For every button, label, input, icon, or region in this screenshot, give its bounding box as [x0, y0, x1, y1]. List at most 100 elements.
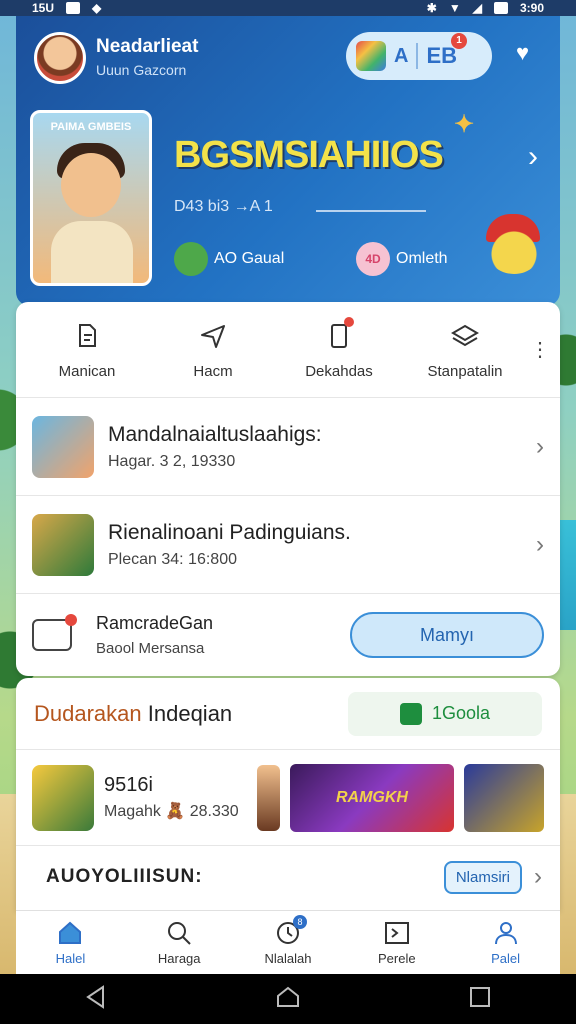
more-icon[interactable]: ⋮ — [528, 302, 552, 397]
chevron-right-icon[interactable]: › — [528, 140, 538, 174]
chip-gaual[interactable]: AO Gaual — [174, 242, 284, 276]
main-card: Manican Hacm Dekahdas Stanpatalin ⋮ Mand… — [16, 302, 560, 676]
list-item[interactable]: Mandalnaialtuslaahigs: Hagar. 3 2, 19330… — [16, 398, 560, 496]
character-body — [51, 221, 133, 283]
section-button[interactable]: 1Goola — [348, 691, 542, 736]
document-icon — [70, 319, 104, 353]
chip1-label: AO Gaual — [214, 250, 285, 267]
chevron-right-icon: › — [536, 432, 544, 460]
list-thumbnail — [32, 513, 94, 576]
list-item-subtitle: Hagar. 3 2, 19330 — [108, 452, 236, 470]
avatar[interactable] — [34, 32, 86, 84]
banner-progress-label: D43 bi3 →A 1 — [174, 198, 273, 215]
pill-a-label: A — [394, 44, 409, 67]
action-label: Hacm — [193, 363, 233, 380]
section-title: Dudarakan Indeqian — [34, 701, 348, 727]
footer-button[interactable]: Nlamsiri — [443, 860, 522, 894]
game-tile[interactable] — [257, 764, 280, 831]
nav-badge: 8 — [292, 915, 307, 929]
action-label: Stanpatalin — [427, 363, 503, 380]
section-header: Dudarakan Indeqian 1Goola — [16, 678, 560, 750]
status-time-right: 3:90 — [519, 1, 544, 15]
game-icon — [356, 41, 386, 71]
nav-history[interactable]: 8 Nlalalah — [234, 911, 343, 974]
layers-icon — [448, 319, 482, 353]
phone-icon — [322, 317, 356, 353]
footer-title: AUOYOLIIISUN: — [46, 866, 203, 887]
promo-title: RamcradeGan — [96, 613, 214, 633]
clock-icon: 8 — [273, 915, 307, 947]
promo-subtitle: Baool Mersansa — [96, 640, 205, 657]
calendar-icon — [32, 614, 77, 651]
quick-actions: Manican Hacm Dekahdas Stanpatalin ⋮ — [16, 302, 560, 398]
badge-icon: 4D — [356, 242, 390, 276]
list-item-title: Mandalnaialtuslaahigs: — [108, 422, 322, 446]
banner-progress-bar — [316, 210, 426, 212]
currency-pill[interactable]: A EB 1 — [346, 32, 492, 80]
section-card: Dudarakan Indeqian 1Goola 9516i Magahk 🧸… — [16, 678, 560, 910]
home-icon — [55, 919, 85, 947]
game-tile[interactable]: RAMGKH — [289, 763, 454, 832]
banner-title: BGSMSIAHIIOS — [174, 134, 444, 176]
mascot-icon — [486, 224, 542, 274]
status-time-left: 15U — [32, 1, 55, 15]
recents-icon[interactable] — [467, 984, 493, 1015]
send-icon — [196, 319, 230, 353]
pill-b-text: EB — [426, 43, 458, 68]
header-banner: Neadarlieat Uuun Gazcorn A EB 1 ♥ PAIMA G… — [16, 16, 560, 306]
character-face — [61, 153, 121, 217]
pill-b-label: EB 1 — [426, 33, 468, 69]
mail-icon — [66, 2, 81, 14]
promo-row: RamcradeGan Baool Mersansa Mamyı — [16, 594, 560, 676]
sparkle-icon: ✦ — [454, 111, 475, 138]
status-bar: 15U ◆ ✱ ▼ ◢ 3:90 — [0, 0, 576, 16]
action-label: Manican — [58, 363, 116, 380]
signal-icon: ◢ — [472, 1, 482, 15]
nav-label: Halel — [55, 951, 86, 966]
wifi-icon: ▼ — [448, 1, 461, 15]
action-stanpatalin[interactable]: Stanpatalin — [402, 302, 528, 397]
nav-profile[interactable]: Palel — [451, 911, 560, 974]
section-button-label: 1Goola — [431, 703, 491, 723]
nav-terminal[interactable]: Perele — [342, 911, 451, 974]
action-hacm[interactable]: Hacm — [150, 302, 276, 397]
flower-icon — [174, 242, 208, 276]
battery-icon — [493, 2, 508, 14]
banner-card[interactable]: PAIMA GMBEIS — [30, 110, 152, 286]
nav-search[interactable]: Haraga — [125, 911, 234, 974]
list-item[interactable]: Rienalinoani Padinguians. Plecan 34: 16:… — [16, 496, 560, 594]
games-row: 9516i Magahk 🧸 28.330 RAMGKH — [16, 750, 560, 846]
nav-home[interactable]: Halel — [16, 911, 125, 974]
system-navigation — [0, 974, 576, 1024]
chevron-right-icon[interactable]: › — [534, 863, 542, 891]
pill-divider — [416, 43, 419, 69]
promo-button[interactable]: Mamyı — [350, 612, 544, 658]
notification-dot — [65, 614, 77, 626]
action-manican[interactable]: Manican — [24, 302, 150, 397]
chip2-label: Omleth — [396, 250, 448, 267]
section-title-accent: Dudarakan — [34, 700, 142, 726]
user-name: Neadarlieat — [96, 36, 199, 57]
list-item-subtitle: Plecan 34: 16:800 — [108, 550, 237, 568]
back-icon[interactable] — [83, 984, 109, 1015]
section-title-rest: Indeqian — [141, 700, 233, 726]
nav-label: Palel — [491, 951, 521, 966]
notification-badge: 1 — [451, 33, 468, 49]
terminal-icon — [382, 919, 412, 947]
game-tile[interactable] — [464, 763, 544, 832]
home-button-icon[interactable] — [275, 984, 301, 1015]
list-item-title: Rienalinoani Padinguians. — [108, 520, 351, 544]
notification-dot — [344, 317, 354, 327]
game-title: 9516i — [104, 774, 153, 796]
chip-omleth[interactable]: 4D Omleth — [356, 242, 448, 276]
nav-label: Nlalalah — [264, 951, 312, 966]
bottom-nav: Halel Haraga 8 Nlalalah Perele Palel — [16, 910, 560, 974]
heart-icon[interactable]: ♥ — [516, 42, 542, 64]
person-icon — [491, 919, 521, 947]
game-thumbnail[interactable] — [32, 764, 94, 831]
game-subtitle: Magahk 🧸 28.330 — [104, 803, 239, 820]
action-label: Dekahdas — [305, 363, 373, 380]
bluetooth-icon: ✱ — [426, 1, 437, 15]
action-dekahdas[interactable]: Dekahdas — [276, 302, 402, 397]
chevron-right-icon: › — [536, 530, 544, 558]
